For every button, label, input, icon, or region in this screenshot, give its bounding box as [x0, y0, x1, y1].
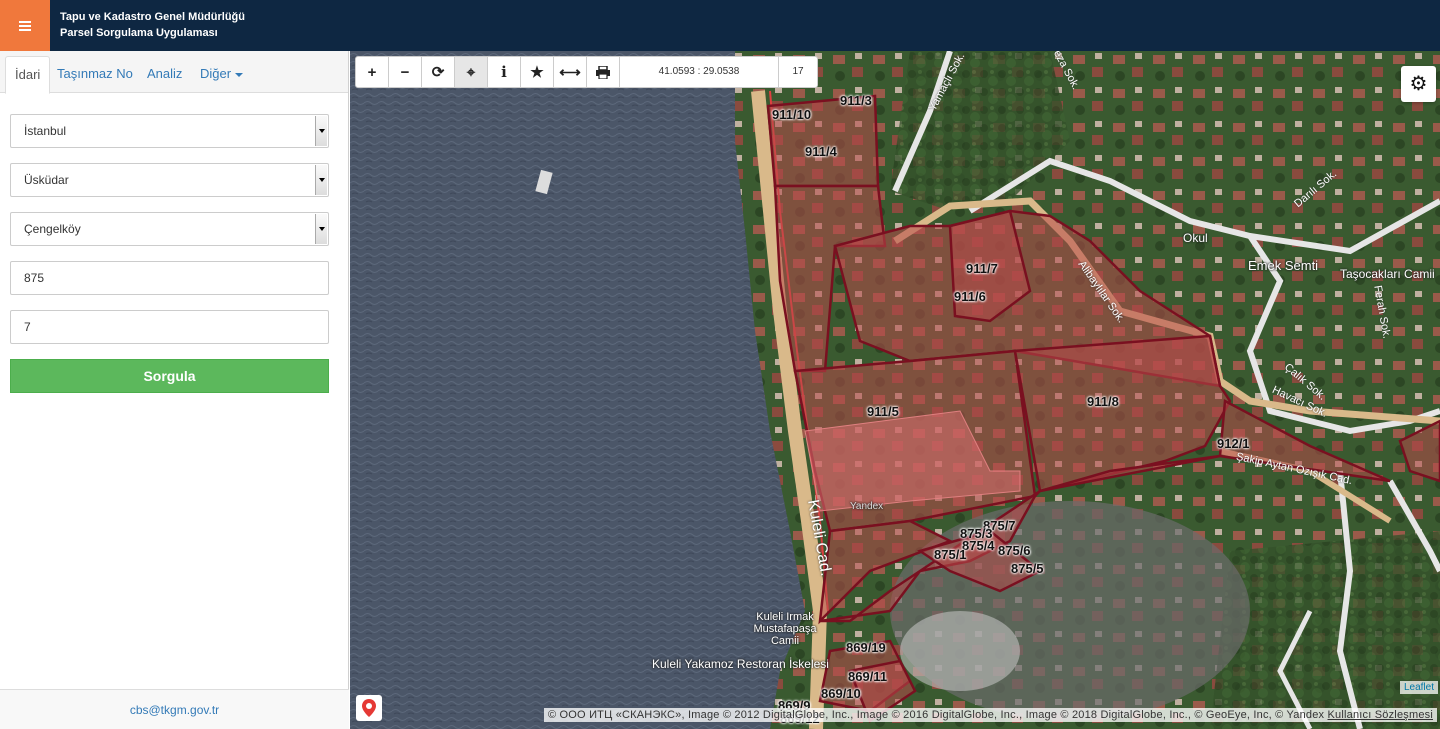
sidebar: İdari Taşınmaz No Analiz Diğer İstanbul …	[0, 51, 349, 729]
minus-icon: −	[400, 63, 410, 81]
tab-diger[interactable]: Diğer	[191, 56, 252, 93]
place-label: Taşocakları Camii	[1340, 267, 1435, 281]
neighborhood-select[interactable]: Çengelköy	[10, 212, 329, 246]
print-icon	[596, 65, 610, 79]
parcel-label[interactable]: 875/6	[998, 543, 1031, 558]
parcel-label[interactable]: 911/8	[1087, 394, 1119, 409]
place-label: Okul	[1183, 231, 1208, 245]
tab-tasinmaz-no[interactable]: Taşınmaz No	[48, 56, 142, 93]
parcel-label[interactable]: 911/7	[966, 261, 998, 276]
place-label: Kuleli Yakamoz Restoran İskelesi	[652, 657, 829, 671]
parcel-label[interactable]: 911/3	[840, 93, 872, 108]
query-button[interactable]: Sorgula	[10, 359, 329, 393]
parcel-label[interactable]: 911/4	[805, 144, 837, 159]
district-select[interactable]: Üsküdar	[10, 163, 329, 197]
parcel-label[interactable]: 911/5	[867, 404, 899, 419]
place-label: Kuleli Irmak Mustafapaşa Camii	[753, 611, 817, 647]
neighborhood-value: Çengelköy	[24, 222, 81, 236]
block-input[interactable]: 875	[10, 261, 329, 295]
district-value: Üsküdar	[24, 173, 69, 187]
hamburger-icon	[19, 20, 31, 31]
parcel-label[interactable]: 869/11	[848, 669, 887, 684]
measure-button[interactable]: ⟷	[554, 57, 587, 87]
tab-analiz[interactable]: Analiz	[138, 56, 191, 93]
parcel-label[interactable]: 912/1	[1217, 436, 1250, 451]
tab-diger-label: Diğer	[200, 66, 232, 81]
refresh-button[interactable]: ⟳	[422, 57, 455, 87]
attribution-text: © ООО ИТЦ «СКАНЭКС», Image © 2012 Digita…	[547, 709, 1328, 721]
parcel-label[interactable]: 869/19	[846, 640, 886, 655]
settings-button[interactable]: ⚙	[1401, 66, 1436, 102]
app-title-line2: Parsel Sorgulama Uygulaması	[60, 27, 218, 39]
map-attribution: © ООО ИТЦ «СКАНЭКС», Image © 2012 Digita…	[543, 708, 1437, 722]
parcel-label[interactable]: 911/10	[772, 107, 811, 122]
measure-icon: ⟷	[559, 64, 581, 81]
parcel-label[interactable]: 875/5	[1011, 561, 1044, 576]
watermark-label: Yandex	[850, 501, 884, 512]
parcel-label[interactable]: 911/6	[954, 289, 986, 304]
parcel-label[interactable]: 869/10	[821, 686, 861, 701]
province-value: İstanbul	[24, 124, 67, 138]
zoom-in-button[interactable]: +	[356, 57, 389, 87]
terms-link[interactable]: Kullanıcı Sözleşmesi	[1328, 709, 1434, 721]
print-button[interactable]	[587, 57, 620, 87]
star-icon: ★	[530, 64, 544, 81]
place-label: Emek Semti	[1248, 258, 1319, 273]
app-title-line1: Tapu ve Kadastro Genel Müdürlüğü	[60, 11, 245, 23]
locate-button[interactable]: ⌖	[455, 57, 488, 87]
app-header: Tapu ve Kadastro Genel Müdürlüğü Parsel …	[0, 0, 1440, 51]
tab-bar: İdari Taşınmaz No Analiz Diğer	[0, 51, 348, 94]
contact-email-link[interactable]: cbs@tkgm.gov.tr	[0, 689, 349, 729]
coordinate-readout: 41.0593 : 29.0538	[620, 57, 779, 87]
location-marker-button[interactable]	[356, 695, 382, 721]
crosshair-icon: ⌖	[466, 63, 476, 81]
favorite-button[interactable]: ★	[521, 57, 554, 87]
map-view[interactable]: 911/3 911/10 911/4 911/7 911/6 911/5 911…	[350, 51, 1440, 729]
zoom-level: 17	[792, 66, 804, 77]
app-title: Tapu ve Kadastro Genel Müdürlüğü Parsel …	[60, 9, 245, 41]
tab-idari[interactable]: İdari	[5, 56, 51, 94]
province-select[interactable]: İstanbul	[10, 114, 329, 148]
dropdown-arrow-icon	[315, 214, 327, 244]
info-icon: i	[501, 63, 507, 81]
map-pin-icon	[362, 699, 376, 717]
zoom-out-button[interactable]: −	[389, 57, 422, 87]
dropdown-arrow-icon	[315, 165, 327, 195]
gear-icon: ⚙	[1409, 73, 1428, 95]
parcel-input[interactable]: 7	[10, 310, 329, 344]
map-toolbar: + − ⟳ ⌖ i ★ ⟷ 41.0593 : 29.0538 17	[355, 56, 818, 88]
parcel-label[interactable]: 875/1	[934, 547, 967, 562]
refresh-icon: ⟳	[431, 64, 445, 81]
plus-icon: +	[367, 63, 377, 81]
dropdown-arrow-icon	[315, 116, 327, 146]
leaflet-link[interactable]: Leaflet	[1399, 681, 1438, 694]
info-button[interactable]: i	[488, 57, 521, 87]
menu-button[interactable]	[0, 0, 50, 51]
caret-down-icon	[235, 72, 244, 77]
